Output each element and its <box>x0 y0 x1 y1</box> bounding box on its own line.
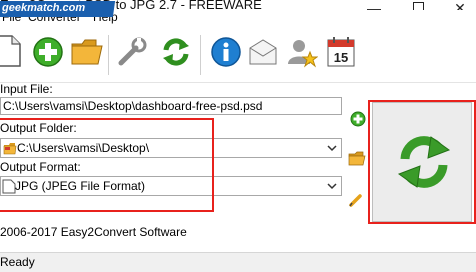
mail-icon <box>249 39 277 65</box>
calendar-icon: 15 <box>327 37 355 67</box>
refresh-button[interactable] <box>160 36 192 68</box>
copyright-text: 2006-2017 Easy2Convert Software <box>0 225 187 239</box>
input-file-value: C:\Users\vamsi\Desktop\dashboard-free-ps… <box>3 99 263 113</box>
new-file-button[interactable] <box>0 34 22 68</box>
pencil-icon <box>349 194 362 207</box>
open-folder-icon <box>71 39 103 65</box>
info-button[interactable] <box>210 36 242 68</box>
input-file-label: Input File: <box>0 82 53 96</box>
new-file-icon <box>0 35 21 67</box>
settings-wrench-icon <box>118 37 147 66</box>
calendar-button[interactable]: 15 <box>326 36 356 68</box>
add-icon <box>350 111 366 127</box>
info-icon <box>211 37 241 67</box>
settings-button[interactable] <box>116 36 148 68</box>
browse-folder-button[interactable] <box>348 150 366 166</box>
add-icon <box>33 37 63 67</box>
highlight-convert <box>368 100 476 224</box>
status-text: Ready <box>0 255 35 269</box>
input-file-field[interactable]: C:\Users\vamsi\Desktop\dashboard-free-ps… <box>0 97 342 115</box>
toolbar-separator <box>108 35 109 75</box>
add-input-file-button[interactable] <box>350 111 366 127</box>
highlight-output-settings <box>0 118 214 212</box>
mail-button[interactable] <box>248 38 278 66</box>
user-button[interactable] <box>286 36 319 68</box>
calendar-day: 15 <box>334 50 348 65</box>
status-bar: Ready <box>0 252 476 272</box>
user-star-icon <box>288 40 319 68</box>
chevron-down-icon <box>327 183 337 190</box>
watermark-text: geekmatch.com <box>2 2 86 14</box>
open-folder-icon <box>348 151 366 166</box>
toolbar-separator <box>200 35 201 75</box>
add-button[interactable] <box>32 36 64 68</box>
edit-format-button[interactable] <box>348 192 364 208</box>
chevron-down-icon <box>327 145 337 152</box>
refresh-icon <box>163 38 189 66</box>
open-folder-button[interactable] <box>70 36 104 68</box>
